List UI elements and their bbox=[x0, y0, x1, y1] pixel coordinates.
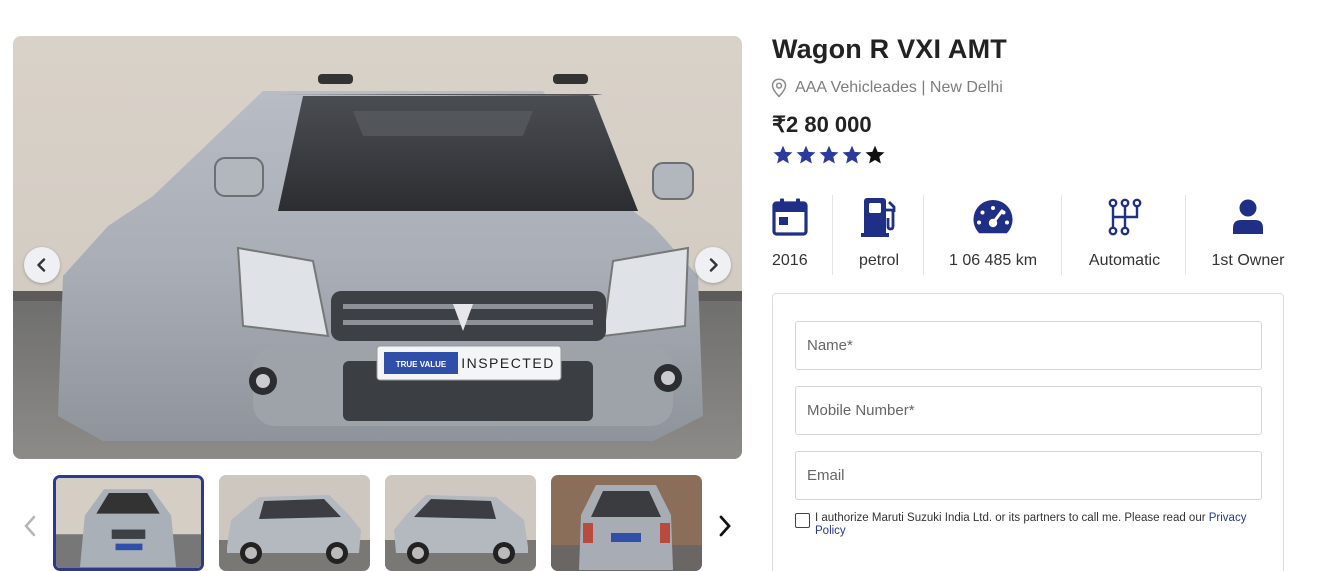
gearbox-icon bbox=[1108, 198, 1141, 236]
spec-owner-value: 1st Owner bbox=[1211, 252, 1285, 269]
listing-price: ₹2 80 000 bbox=[772, 112, 872, 137]
chevron-left-icon bbox=[24, 515, 36, 537]
spec-divider bbox=[923, 195, 924, 275]
star-filled-icon bbox=[819, 145, 839, 164]
listing-location: AAA Vehicleades | New Delhi bbox=[771, 78, 1003, 98]
consent-row: I authorize Maruti Suzuki India Ltd. or … bbox=[795, 512, 1265, 537]
spec-fuel: petrol bbox=[848, 195, 910, 277]
thumbnail-front[interactable] bbox=[53, 475, 204, 571]
spec-fuel-value: petrol bbox=[858, 252, 900, 269]
gallery-prev-button[interactable] bbox=[24, 247, 60, 283]
spec-mileage: 1 06 485 km bbox=[942, 195, 1044, 277]
chevron-right-icon bbox=[719, 515, 731, 537]
spec-year: 2016 bbox=[772, 195, 808, 277]
spec-year-value: 2016 bbox=[772, 252, 808, 269]
chevron-right-icon bbox=[709, 258, 718, 272]
spec-divider bbox=[1185, 195, 1186, 275]
consent-text-block: I authorize Maruti Suzuki India Ltd. or … bbox=[815, 512, 1265, 537]
email-field[interactable] bbox=[795, 451, 1262, 500]
thumbnail-side-right[interactable] bbox=[385, 475, 536, 571]
mobile-number-field[interactable] bbox=[795, 386, 1262, 435]
spec-owner: 1st Owner bbox=[1210, 195, 1286, 277]
badge-text: INSPECTED bbox=[461, 355, 555, 371]
person-icon bbox=[1233, 199, 1263, 234]
location-text: AAA Vehicleades | New Delhi bbox=[795, 79, 1003, 96]
spec-mileage-value: 1 06 485 km bbox=[948, 252, 1038, 269]
thumbnail-rear[interactable] bbox=[551, 475, 702, 571]
thumbnail-side-left[interactable] bbox=[219, 475, 370, 571]
name-field[interactable] bbox=[795, 321, 1262, 370]
speedometer-icon bbox=[973, 199, 1013, 234]
thumbnails-prev-button[interactable] bbox=[18, 511, 42, 541]
consent-checkbox[interactable] bbox=[795, 513, 810, 528]
rating-stars bbox=[772, 144, 886, 166]
star-empty-icon bbox=[865, 145, 885, 164]
fuel-pump-icon bbox=[861, 198, 896, 237]
contact-form: I authorize Maruti Suzuki India Ltd. or … bbox=[772, 293, 1284, 571]
chevron-left-icon bbox=[37, 258, 46, 272]
star-filled-icon bbox=[842, 145, 862, 164]
badge-brand-text: TRUE VALUE bbox=[396, 360, 447, 369]
listing-title: Wagon R VXI AMT bbox=[772, 34, 1007, 64]
star-filled-icon bbox=[773, 145, 793, 164]
star-filled-icon bbox=[796, 145, 816, 164]
location-pin-icon bbox=[771, 78, 787, 98]
spec-transmission: Automatic bbox=[1082, 195, 1167, 277]
spec-divider bbox=[1061, 195, 1062, 275]
spec-transmission-value: Automatic bbox=[1088, 252, 1161, 269]
spec-divider bbox=[832, 195, 833, 275]
thumbnails-next-button[interactable] bbox=[712, 511, 738, 541]
spec-row: 2016 petrol 1 06 485 km Automatic 1st Ow… bbox=[772, 195, 1297, 277]
main-car-photo[interactable]: TRUE VALUE INSPECTED bbox=[13, 36, 742, 459]
calendar-icon bbox=[772, 198, 808, 236]
consent-text: I authorize Maruti Suzuki India Ltd. or … bbox=[815, 512, 1209, 524]
gallery-next-button[interactable] bbox=[695, 247, 731, 283]
